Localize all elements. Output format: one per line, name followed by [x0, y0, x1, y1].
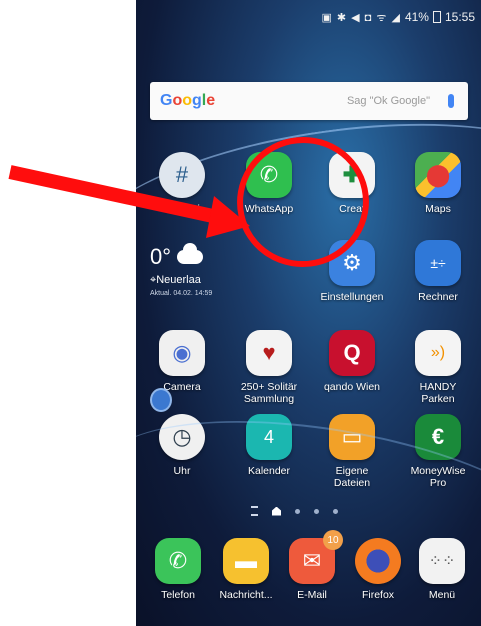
weather-location-row: ⌖Neuerlaa: [150, 274, 280, 287]
weather-widget[interactable]: 0° ⌖Neuerlaa Aktual. 04.02. 14:59: [150, 243, 280, 297]
dock-telefon[interactable]: ✆ Telefon: [140, 538, 216, 601]
app-label: MoneyWise Pro: [411, 465, 466, 489]
handy-parken-icon[interactable]: »): [415, 330, 461, 376]
menu-grid-icon[interactable]: ⁘⁘: [419, 538, 465, 584]
app-rechner[interactable]: ±÷ Rechner: [398, 240, 478, 303]
app-label: HANDY Parken: [420, 381, 457, 405]
search-placeholder: Sag "Ok Google": [346, 95, 430, 107]
app-moneywise[interactable]: € MoneyWise Pro: [398, 414, 478, 489]
weather-temp-row: 0°: [150, 243, 280, 270]
cloud-icon: [177, 243, 204, 264]
list-view-icon[interactable]: [251, 506, 258, 516]
app-label: WhatsApp: [244, 203, 294, 215]
unread-badge: 10: [323, 530, 343, 550]
app-label: 250+ Solitär Sammlung: [241, 381, 297, 405]
page-dot[interactable]: [333, 508, 338, 514]
app-whatsapp[interactable]: ✆ WhatsApp: [229, 152, 309, 215]
weather-updated: Aktual. 04.02. 14:59: [150, 290, 213, 297]
qando-icon[interactable]: Q: [329, 330, 375, 376]
status-icons: ▣ ✱ ◀ ◘ ᯤ ◢: [321, 11, 401, 24]
app-label-line2: Pro: [429, 477, 447, 489]
dock-email[interactable]: ✉ 10 E-Mail: [274, 530, 350, 601]
calculator-icon[interactable]: ±÷: [415, 240, 461, 286]
gear-icon[interactable]: ⚙: [329, 240, 375, 286]
app-label-line2: Sammlung: [243, 393, 295, 405]
app-eigene-dateien[interactable]: ▭ Eigene Dateien: [312, 414, 392, 489]
microphone-icon[interactable]: [448, 94, 454, 108]
app-qando[interactable]: Q qando Wien: [312, 330, 392, 393]
app-label: Nachricht...: [219, 589, 273, 601]
app-label-line1: HANDY: [419, 381, 457, 393]
app-registri[interactable]: # Registri: [142, 152, 222, 215]
dock-nachrichten[interactable]: ▬ Nachricht...: [208, 538, 284, 601]
app-label: E-Mail: [297, 589, 327, 601]
app-label-line2: Dateien: [333, 477, 371, 489]
whatsapp-icon[interactable]: ✆: [246, 152, 292, 198]
dock-menu[interactable]: ⁘⁘ Menü: [404, 538, 480, 601]
home-page-icon[interactable]: [272, 506, 281, 516]
app-label: Telefon: [161, 589, 195, 601]
status-bar: ▣ ✱ ◀ ◘ ᯤ ◢ 41% 15:55: [136, 0, 481, 34]
weather-location: Neuerlaa: [156, 274, 201, 286]
floating-app-icon[interactable]: [150, 388, 172, 412]
app-solitaire[interactable]: ♥ 250+ Solitär Sammlung: [229, 330, 309, 405]
page-dot[interactable]: [295, 508, 300, 514]
mail-icon[interactable]: ✉ 10: [289, 530, 343, 584]
app-label: Einstellungen: [320, 291, 384, 303]
app-uhr[interactable]: ◷ Uhr: [142, 414, 222, 477]
app-label: Firefox: [361, 589, 395, 601]
app-label: Maps: [425, 203, 451, 215]
page-indicator[interactable]: [251, 506, 338, 516]
app-label-line1: MoneyWise: [410, 465, 466, 477]
google-search-bar[interactable]: Google Sag "Ok Google": [150, 82, 468, 120]
gmail-icon[interactable]: ✚: [329, 152, 375, 198]
message-icon[interactable]: ▬: [223, 538, 269, 584]
app-label-line2: Parken: [421, 393, 455, 405]
app-kalender[interactable]: 4 Kalender: [229, 414, 309, 477]
app-label: Registri: [164, 203, 200, 215]
app-maps[interactable]: ⬤ Maps: [398, 152, 478, 215]
folder-icon[interactable]: ▭: [329, 414, 375, 460]
firefox-icon[interactable]: [355, 538, 401, 584]
app-label-line1: 250+ Solitär: [240, 381, 298, 393]
app-label: Eigene Dateien: [334, 465, 370, 489]
app-handy-parken[interactable]: ») HANDY Parken: [398, 330, 478, 405]
temperature: 0°: [150, 244, 172, 269]
app-label: Rechner: [418, 291, 458, 303]
clock-time: 15:55: [444, 10, 475, 24]
app-creat[interactable]: ✚ Creat: [312, 152, 392, 215]
dock-firefox[interactable]: Firefox: [340, 538, 416, 601]
battery-level: 41%: [404, 10, 429, 24]
clock-icon[interactable]: ◷: [159, 414, 205, 460]
app-label: Menü: [428, 589, 456, 601]
page-dot[interactable]: [314, 508, 319, 514]
moneywise-icon[interactable]: €: [415, 414, 461, 460]
settings-hash-icon[interactable]: #: [159, 152, 205, 198]
google-logo: Google: [160, 92, 216, 109]
maps-icon[interactable]: ⬤: [415, 152, 461, 198]
camera-icon[interactable]: ◉: [159, 330, 205, 376]
app-einstellungen[interactable]: ⚙ Einstellungen: [312, 240, 392, 303]
cards-icon[interactable]: ♥: [246, 330, 292, 376]
app-camera[interactable]: ◉ Camera: [142, 330, 222, 393]
app-label: qando Wien: [323, 381, 381, 393]
calendar-day: 4: [263, 426, 274, 447]
app-label: Uhr: [173, 465, 191, 477]
battery-icon: [432, 11, 441, 23]
phone-screen: ▣ ✱ ◀ ◘ ᯤ ◢ 41% 15:55 Google Sag "Ok Goo…: [136, 0, 481, 626]
calendar-icon[interactable]: 4: [246, 414, 292, 460]
app-label: Creat: [339, 203, 365, 215]
app-label: Kalender: [247, 465, 291, 477]
phone-icon[interactable]: ✆: [155, 538, 201, 584]
app-label-line1: Eigene: [335, 465, 369, 477]
